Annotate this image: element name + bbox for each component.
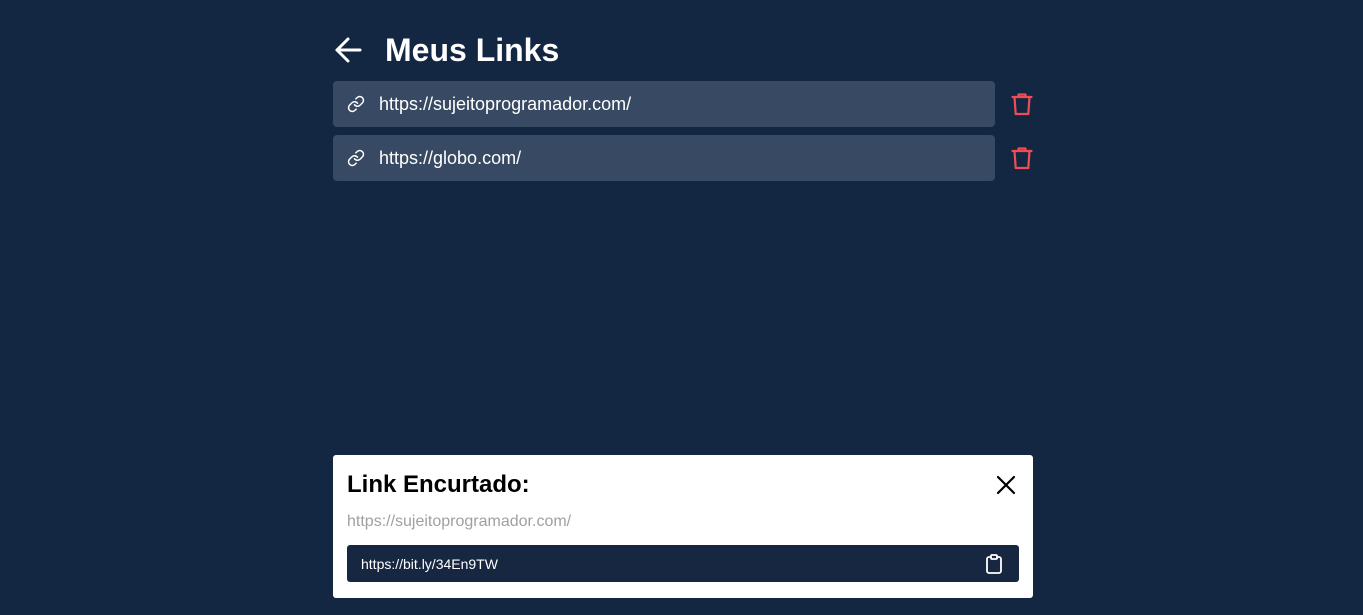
shortened-link-modal: Link Encurtado: https://sujeitoprogramad…: [333, 455, 1033, 598]
trash-icon: [1011, 146, 1033, 170]
link-row: https://sujeitoprogramador.com/: [333, 81, 1033, 127]
arrow-left-icon: [333, 35, 363, 65]
original-url: https://sujeitoprogramador.com/: [347, 513, 572, 530]
link-item[interactable]: https://globo.com/: [333, 135, 995, 181]
header: Meus Links: [333, 28, 559, 72]
links-list: https://sujeitoprogramador.com/ https://…: [333, 81, 1033, 189]
modal-title: Link Encurtado:: [347, 471, 530, 498]
modal-header: Link Encurtado:: [347, 469, 1019, 501]
trash-icon: [1011, 92, 1033, 116]
page-title: Meus Links: [385, 31, 560, 68]
delete-button[interactable]: [995, 135, 1033, 181]
delete-button[interactable]: [995, 81, 1033, 127]
close-icon: [996, 475, 1016, 495]
link-row: https://globo.com/: [333, 135, 1033, 181]
short-url: https://bit.ly/34En9TW: [361, 555, 498, 572]
copy-button[interactable]: [983, 553, 1005, 575]
page: Meus Links https://sujeitoprogramador.co…: [0, 0, 1363, 615]
link-icon: [347, 149, 365, 167]
clipboard-icon: [985, 553, 1003, 574]
link-icon: [347, 95, 365, 113]
close-button[interactable]: [993, 472, 1019, 498]
back-button[interactable]: [333, 32, 369, 68]
link-url: https://globo.com/: [379, 147, 522, 168]
short-link-box[interactable]: https://bit.ly/34En9TW: [347, 545, 1019, 582]
link-item[interactable]: https://sujeitoprogramador.com/: [333, 81, 995, 127]
link-url: https://sujeitoprogramador.com/: [379, 93, 632, 114]
